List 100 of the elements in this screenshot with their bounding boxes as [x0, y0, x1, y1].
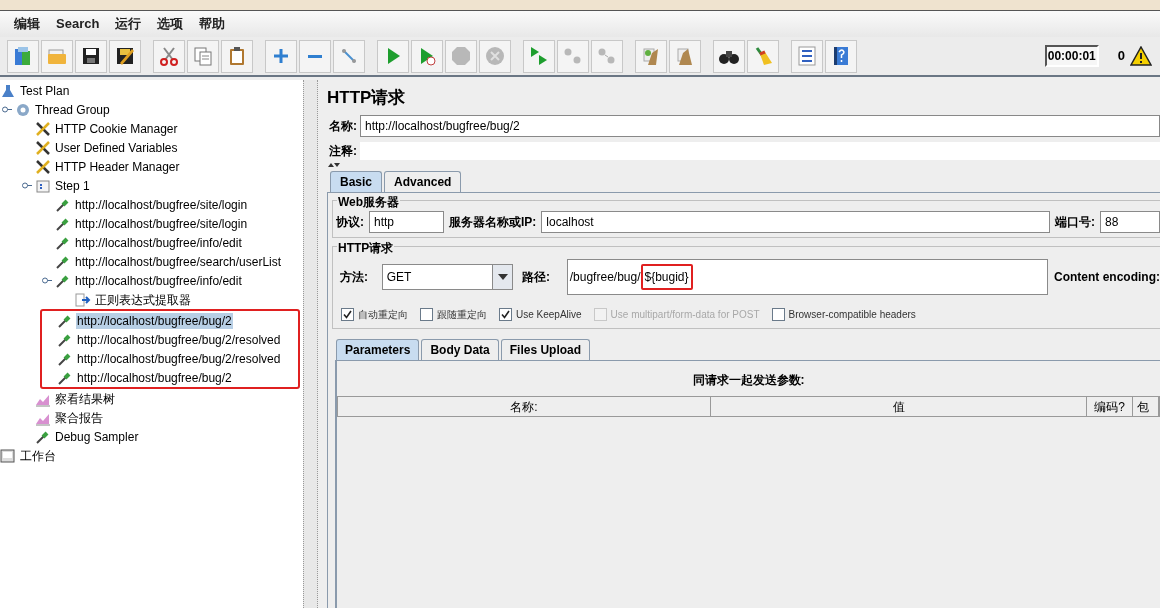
checkbox[interactable]: [341, 308, 354, 321]
tree-item[interactable]: Debug Sampler: [54, 428, 140, 445]
toolbar-cut-button[interactable]: [153, 39, 185, 73]
toolbar-binoculars-button[interactable]: [713, 39, 745, 73]
tab[interactable]: Parameters: [336, 339, 420, 360]
checkbox-label: 跟随重定向: [437, 308, 487, 322]
toolbar-list-button[interactable]: [791, 39, 823, 73]
tree-item[interactable]: 工作台: [19, 447, 57, 464]
tab[interactable]: Basic: [330, 171, 383, 192]
tree-item[interactable]: Thread Group: [34, 101, 111, 118]
toolbar-books-button[interactable]: [7, 39, 39, 73]
tab[interactable]: Advanced: [384, 171, 462, 192]
toolbar-clipboard-button[interactable]: [221, 39, 253, 73]
menu-item[interactable]: 运行: [115, 14, 142, 34]
tree-item[interactable]: http://localhost/bugfree/bug/2: [76, 312, 233, 329]
stop-icon: [450, 45, 472, 67]
toolbar-plus-button[interactable]: [265, 39, 297, 73]
field-label: 名称:: [329, 118, 357, 135]
tree-item[interactable]: User Defined Variables: [54, 139, 179, 156]
tree-item[interactable]: http://localhost/bugfree/bug/2/resolved: [76, 331, 282, 348]
menu-item[interactable]: 选项: [157, 14, 184, 34]
tree-item[interactable]: http://localhost/bugfree/bug/2: [76, 369, 233, 386]
tree-item[interactable]: http://localhost/bugfree/info/edit: [74, 272, 243, 289]
copy-icon: [192, 45, 214, 67]
name-field[interactable]: http://localhost/bugfree/bug/2: [360, 115, 1160, 137]
tree-item[interactable]: http://localhost/bugfree/search/userList: [74, 253, 283, 270]
field-label: 协议:: [336, 214, 364, 231]
group-title: HTTP请求: [337, 239, 395, 257]
panel-title: HTTP请求: [327, 87, 407, 110]
tree-item[interactable]: 聚合报告: [54, 409, 104, 426]
protocol-field[interactable]: http: [369, 211, 444, 233]
tree-item[interactable]: http://localhost/bugfree/info/edit: [74, 234, 243, 251]
tree-item[interactable]: Step 1: [54, 177, 91, 194]
toolbar-broom-chart-button[interactable]: [669, 39, 701, 73]
floppy-disk-pencil-icon: [114, 45, 136, 67]
path-variable: ${bugid}: [640, 264, 693, 290]
check-icon: [343, 310, 352, 319]
tree-item[interactable]: http://localhost/bugfree/site/login: [74, 196, 249, 213]
toolbar-double-play-button[interactable]: [523, 39, 555, 73]
tree-item[interactable]: HTTP Cookie Manager: [54, 120, 179, 137]
tree-item[interactable]: Test Plan: [19, 82, 71, 99]
toolbar-toggle-button[interactable]: [333, 39, 365, 73]
gear-icon: [15, 101, 31, 118]
toolbar-floppy-disk-pencil-button[interactable]: [109, 39, 141, 73]
server-field[interactable]: localhost: [541, 211, 1050, 233]
tree-item[interactable]: 察看结果树: [54, 390, 116, 407]
elapsed-time: 00:00:01: [1044, 45, 1099, 67]
checkbox-label: Use KeepAlive: [516, 308, 582, 322]
port-field[interactable]: 88: [1100, 211, 1160, 233]
cut-icon: [158, 45, 180, 67]
check-icon: [501, 310, 510, 319]
toolbar-minus-button[interactable]: [299, 39, 331, 73]
column-header[interactable]: 值: [711, 397, 1087, 416]
crossed-tools-icon: [35, 158, 51, 175]
crossed-tools-icon: [35, 139, 51, 156]
field-label: 路径:: [522, 269, 551, 286]
checkbox[interactable]: [420, 308, 433, 321]
tree-toggle-icon[interactable]: [41, 276, 52, 285]
crossed-tools-icon: [35, 120, 51, 137]
group-title: Web服务器: [337, 193, 401, 211]
checkbox[interactable]: [771, 308, 785, 321]
tree-toggle-icon[interactable]: [21, 181, 32, 190]
error-count: 0: [1117, 47, 1125, 66]
column-header[interactable]: 编码?: [1087, 397, 1133, 416]
shutdown-icon: [484, 45, 506, 67]
controller-icon: [35, 177, 51, 194]
path-text: /bugfree/bug/: [569, 269, 641, 286]
tree-item[interactable]: http://localhost/bugfree/site/login: [74, 215, 249, 232]
checkbox-label: 自动重定向: [358, 308, 408, 322]
method-dropdown[interactable]: GET: [381, 264, 513, 290]
toolbar-play-button[interactable]: [377, 39, 409, 73]
path-field[interactable]: /bugfree/bug/ ${bugid}: [566, 259, 1048, 295]
tree-item[interactable]: http://localhost/bugfree/bug/2/resolved: [76, 350, 282, 367]
field-label: 方法:: [340, 269, 369, 286]
checkbox-label: Use multipart/form-data for POST: [610, 308, 760, 322]
toolbar-broom-chart-button[interactable]: [635, 39, 667, 73]
toolbar-help-book-button[interactable]: [825, 39, 857, 73]
field-label: 服务器名称或IP:: [449, 214, 537, 231]
tree-toggle-icon[interactable]: [1, 105, 12, 114]
tab[interactable]: Body Data: [421, 339, 499, 360]
menu-item[interactable]: Search: [56, 14, 100, 34]
tab[interactable]: Files Upload: [500, 339, 591, 360]
minus-icon: [308, 54, 322, 58]
toolbar-floppy-disk-button[interactable]: [75, 39, 107, 73]
field-label: 端口号:: [1055, 214, 1095, 231]
tree-item[interactable]: 正则表达式提取器: [94, 291, 192, 308]
column-header[interactable]: 名称:: [338, 397, 711, 416]
toolbar-play-no-timer-button[interactable]: [411, 39, 443, 73]
tree-item[interactable]: HTTP Header Manager: [54, 158, 181, 175]
menu-item[interactable]: 编辑: [14, 14, 40, 34]
list-icon: [796, 45, 818, 67]
menu-item[interactable]: 帮助: [199, 14, 226, 34]
checkbox-label: Browser-compatible headers: [788, 308, 916, 322]
column-header[interactable]: 包: [1133, 397, 1159, 416]
flask-icon: [0, 82, 16, 99]
toolbar-broom-button[interactable]: [747, 39, 779, 73]
field-label: 注释:: [329, 143, 357, 160]
warning-icon: [1130, 46, 1152, 66]
checkbox[interactable]: [499, 308, 512, 321]
field-label: Content encoding:: [1054, 269, 1160, 286]
